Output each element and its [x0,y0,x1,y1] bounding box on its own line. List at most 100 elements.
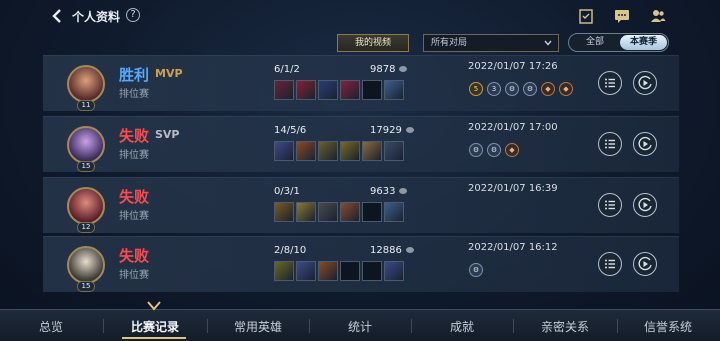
equipment-item-icon [296,80,316,100]
hero-avatar [67,126,105,164]
equipment-item-icon [340,141,360,161]
hero-level-badge: 12 [77,222,95,233]
match-detail-button[interactable] [598,132,622,156]
gold-value: 12886 [370,245,402,256]
friends-icon[interactable] [650,8,666,24]
equipment-item-icon [340,202,360,222]
play-replay-icon [638,136,652,151]
list-icon [605,78,615,88]
equipment-item-icon [362,141,382,161]
medal-icon: ⚙ [487,143,501,157]
match-result: 失败 [119,247,150,265]
gold-value: 17929 [370,125,402,136]
equipment-item-icon [318,80,338,100]
match-detail-button[interactable] [598,252,622,276]
replay-button[interactable] [633,252,657,276]
replay-button[interactable] [633,193,657,217]
play-replay-icon [638,256,652,271]
equipment-item-icon [274,80,294,100]
medal-icon: ◆ [541,82,555,96]
play-replay-icon [638,75,652,90]
match-result: 失败 [119,127,150,145]
equipment-item-icon [318,202,338,222]
empty-equipment-slot [362,80,382,100]
gold-coin-icon [399,188,407,194]
equipment-item-icon [384,80,404,100]
mvp-tag: SVP [155,128,180,141]
task-icon[interactable] [578,8,594,24]
medal-icon: 5 [469,82,483,96]
hero-level-badge: 11 [77,100,95,111]
nav-honor[interactable]: 信誉系统 [618,318,718,335]
equipment-item-icon [318,141,338,161]
match-result: 胜利 [119,66,150,84]
season-toggle: 全部 本赛季 [568,33,669,52]
match-type-select[interactable]: 所有对局 [423,34,559,52]
game-mode: 排位赛 [119,89,149,100]
match-detail-button[interactable] [598,193,622,217]
replay-button[interactable] [633,132,657,156]
page-title: 个人资料 [72,10,121,24]
list-icon [605,200,615,210]
empty-equipment-slot [362,261,382,281]
nav-overview[interactable]: 总览 [18,318,84,335]
kda-value: 2/8/10 [274,245,307,256]
match-time: 2022/01/07 17:00 [468,122,558,133]
medal-icon: ◆ [505,143,519,157]
nav-heroes[interactable]: 常用英雄 [208,318,308,335]
hero-avatar [67,187,105,225]
equipment-item-icon [384,202,404,222]
replay-button[interactable] [633,71,657,95]
hero-avatar [67,65,105,103]
chevron-down-icon [544,40,552,46]
nav-achievements[interactable]: 成就 [412,318,512,335]
equipment-item-icon [384,141,404,161]
equipment-item-icon [274,202,294,222]
equipment-item-icon [318,261,338,281]
game-mode: 排位赛 [119,211,149,222]
match-row[interactable]: 15 失败 排位赛 2/8/10 12886 2022/01/07 16:12 … [43,236,679,292]
top-bar: 个人资料 ? [0,0,720,32]
equipment-item-icon [384,261,404,281]
gold-coin-icon [405,127,414,133]
equipment-item-icon [340,80,360,100]
bottom-nav: 总览 比赛记录 常用英雄 统计 成就 亲密关系 信誉系统 [0,309,720,341]
list-icon [605,139,615,149]
toggle-all[interactable]: 全部 [573,35,617,50]
match-type-value: 所有对局 [431,38,468,48]
match-time: 2022/01/07 16:12 [468,242,558,253]
my-video-button[interactable]: 我的视频 [337,34,409,52]
chat-icon[interactable] [614,8,630,24]
match-result: 失败 [119,188,150,206]
hero-avatar [67,246,105,284]
toggle-season[interactable]: 本赛季 [620,35,667,50]
nav-relations[interactable]: 亲密关系 [514,318,616,335]
equipment-item-icon [274,141,294,161]
gold-coin-icon [399,66,407,72]
match-row[interactable]: 15 失败 SVP 排位赛 14/5/6 17929 2022/01/07 17… [43,116,679,172]
gold-value: 9633 [370,186,396,197]
gold-coin-icon [405,247,414,253]
match-row[interactable]: 12 失败 排位赛 0/3/1 9633 2022/01/07 16:39 [43,177,679,233]
hero-level-badge: 15 [77,281,95,292]
help-icon[interactable]: ? [126,8,140,22]
equipment-item-icon [296,202,316,222]
back-arrow-icon[interactable] [50,8,64,24]
medal-icon: ⚙ [505,82,519,96]
medal-icon: 3 [487,82,501,96]
nav-match-records[interactable]: 比赛记录 [104,318,206,335]
nav-pointer-icon [147,301,161,311]
kda-value: 0/3/1 [274,186,300,197]
game-mode: 排位赛 [119,270,149,281]
game-mode: 排位赛 [119,150,149,161]
match-row[interactable]: 11 胜利 MVP 排位赛 6/1/2 9878 2022/01/07 17:2… [43,55,679,111]
medal-icon: ⚙ [523,82,537,96]
match-detail-button[interactable] [598,71,622,95]
medal-icon: ⚙ [469,143,483,157]
kda-value: 14/5/6 [274,125,307,136]
hero-level-badge: 15 [77,161,95,172]
nav-stats[interactable]: 统计 [310,318,410,335]
medal-icon: ◆ [559,82,573,96]
gold-value: 9878 [370,64,396,75]
match-time: 2022/01/07 17:26 [468,61,558,72]
